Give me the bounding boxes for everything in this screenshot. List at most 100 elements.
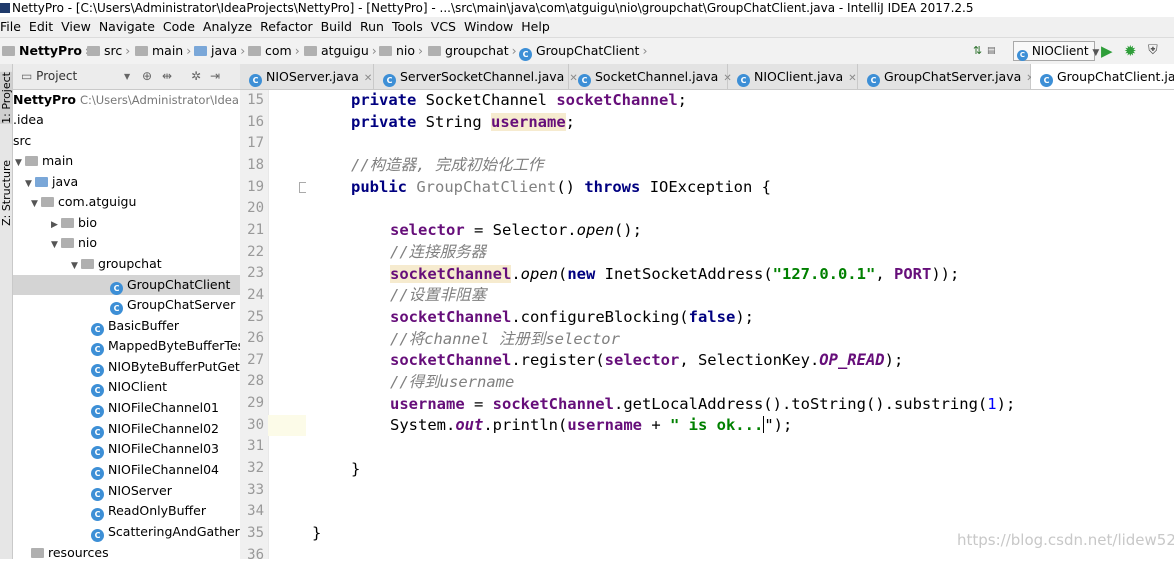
menu-file[interactable]: File (0, 17, 25, 37)
line-number: 24 (247, 286, 264, 303)
code-editor[interactable]: private SocketChannel socketChannel; pri… (306, 90, 1174, 559)
project-tool-tab[interactable]: 1: Project (0, 72, 13, 124)
breadcrumb-atguigu[interactable]: atguigu › (304, 38, 377, 64)
tree-item-nioclient[interactable]: C NIOClient (91, 377, 167, 397)
breadcrumb-groupchat[interactable]: groupchat › (428, 38, 517, 64)
tree-item-groupchat[interactable]: ▼ groupchat (71, 254, 162, 274)
breadcrumb-src[interactable]: src › (87, 38, 130, 64)
tree-item-nioserver[interactable]: C NIOServer (91, 481, 172, 501)
menu-view[interactable]: View (57, 17, 95, 37)
tab-serversocketchannel[interactable]: C ServerSocketChannel.java ✕ (374, 64, 578, 89)
line-number: 30 (247, 416, 264, 433)
menu-code[interactable]: Code (159, 17, 199, 37)
breadcrumb-class[interactable]: C GroupChatClient › (519, 38, 647, 64)
package-icon (248, 46, 261, 56)
breadcrumb-project[interactable]: NettyPro› (2, 38, 90, 64)
navigation-bar: NettyPro› src› main› java› com› atguigu›… (0, 38, 1174, 65)
chevron-down-icon[interactable] (15, 174, 25, 194)
tree-item-groupchatserver[interactable]: C GroupChatServer (110, 295, 235, 315)
source-folder-icon (194, 46, 207, 56)
tree-item-com-atguigu[interactable]: ▼ com.atguigu (31, 192, 136, 212)
tab-groupchatserver[interactable]: C GroupChatServer.java✕ (858, 64, 1035, 89)
class-icon: C (249, 74, 262, 87)
build-project-icon[interactable]: ▤ (987, 38, 996, 64)
tree-item-nio[interactable]: ▼ nio (51, 233, 97, 253)
class-icon: C (91, 405, 104, 418)
line-number: 15 (247, 92, 264, 108)
line-number: 23 (247, 265, 264, 282)
menu-vcs[interactable]: VCS (427, 17, 460, 37)
chevron-right-icon[interactable]: ▶ (51, 215, 61, 235)
coverage-icon[interactable]: ⛨ (1148, 38, 1158, 64)
chevron-down-icon[interactable]: ▼ (15, 153, 25, 173)
folder-icon (87, 46, 100, 56)
code-line-26: //将channel 注册到selector (390, 330, 620, 348)
tree-item-project[interactable]: NettyPro C:\Users\Administrator\IdeaProj (13, 90, 240, 110)
menu-navigate[interactable]: Navigate (95, 17, 159, 37)
chevron-down-icon[interactable]: ▼ (124, 64, 130, 89)
line-number-gutter: 15 16 17 18 19 20 21 22 23 24 25 26 27 28 29 30 31 32 33 34… (240, 90, 268, 563)
tree-item-readonlybuffer[interactable]: C ReadOnlyBuffer (91, 501, 206, 521)
tree-item-niofilechannel04[interactable]: C NIOFileChannel04 (91, 460, 219, 480)
class-icon: C (383, 74, 396, 87)
window-title-bar: NettyPro - [C:\Users\Administrator\IdeaP… (0, 0, 1174, 17)
code-line-30: System.out.println(username + " is ok...… (390, 416, 793, 434)
breadcrumb-nio[interactable]: nio › (379, 38, 423, 64)
menu-window[interactable]: Window (460, 17, 517, 37)
sort-build-icon[interactable]: ⇅ (973, 38, 982, 64)
class-icon: C (1017, 50, 1028, 61)
class-icon: C (91, 384, 104, 397)
gear-icon[interactable]: ✲ (191, 64, 201, 89)
tree-item-scatteringandgathering[interactable]: C ScatteringAndGathering (91, 522, 240, 542)
menu-help[interactable]: Help (517, 17, 554, 37)
menu-refactor[interactable]: Refactor (256, 17, 316, 37)
tab-nioclient[interactable]: C NIOClient.java ✕ (728, 64, 858, 89)
menu-build[interactable]: Build (317, 17, 356, 37)
breadcrumb-main[interactable]: main › (135, 38, 191, 64)
tree-item-niobytebufferputget[interactable]: C NIOByteBufferPutGet (91, 357, 240, 377)
tree-item-main[interactable]: ▼ main (15, 151, 73, 171)
debug-icon[interactable]: ✹ (1124, 38, 1137, 64)
tab-nioserver[interactable]: C NIOServer.java ✕ (240, 64, 374, 89)
code-line-23: socketChannel.open(new InetSocketAddress… (390, 265, 960, 283)
tree-item-niofilechannel03[interactable]: C NIOFileChannel03 (91, 439, 219, 459)
tree-item-bio[interactable]: ▶ bio (51, 213, 97, 233)
tab-groupchatclient[interactable]: C GroupChatClient.java (1031, 64, 1174, 89)
chevron-down-icon[interactable]: ▼ (25, 174, 35, 194)
menu-analyze[interactable]: Analyze (199, 17, 256, 37)
tab-socketchannel[interactable]: C SocketChannel.java ✕ (569, 64, 732, 89)
line-number: 25 (247, 308, 264, 325)
project-panel-title[interactable]: Project (36, 69, 77, 83)
chevron-down-icon[interactable]: ▼ (31, 194, 41, 214)
sync-icon[interactable]: ⊕ (142, 64, 152, 89)
close-icon[interactable]: ✕ (848, 73, 856, 84)
breadcrumb-java[interactable]: java › (194, 38, 245, 64)
package-icon (61, 218, 74, 228)
chevron-down-icon[interactable]: ▼ (51, 235, 61, 255)
tree-item-niofilechannel01[interactable]: C NIOFileChannel01 (91, 398, 219, 418)
line-number: 29 (247, 395, 264, 412)
project-view-icon: ▭ (21, 69, 33, 83)
run-icon[interactable]: ▶ (1101, 38, 1113, 64)
chevron-down-icon[interactable]: ▼ (71, 256, 81, 276)
package-icon (81, 259, 94, 269)
collapse-icon[interactable]: ⇹ (162, 64, 172, 89)
tree-item-java[interactable]: ▼ java (15, 172, 78, 192)
structure-tool-tab[interactable]: Z: Structure (0, 160, 13, 226)
menu-run[interactable]: Run (356, 17, 388, 37)
menu-edit[interactable]: Edit (25, 17, 57, 37)
tree-item-idea[interactable]: .idea (13, 110, 44, 130)
class-icon: C (91, 508, 104, 521)
run-configuration-select[interactable]: C NIOClient ▼ (1013, 41, 1099, 61)
tree-item-mappedbytebuffertest[interactable]: C MappedByteBufferTest (91, 336, 240, 356)
tree-item-basicbuffer[interactable]: C BasicBuffer (91, 316, 179, 336)
tree-item-resources[interactable]: resources (31, 543, 109, 559)
hide-icon[interactable]: ⇥ (210, 64, 220, 89)
breadcrumb-com[interactable]: com › (248, 38, 300, 64)
tree-item-groupchatclient[interactable]: C GroupChatClient (13, 275, 240, 295)
code-line-35: } (312, 524, 322, 542)
menu-tools[interactable]: Tools (388, 17, 427, 37)
tree-item-src[interactable]: src (13, 131, 31, 151)
tree-item-niofilechannel02[interactable]: C NIOFileChannel02 (91, 419, 219, 439)
close-icon[interactable]: ✕ (364, 73, 372, 84)
